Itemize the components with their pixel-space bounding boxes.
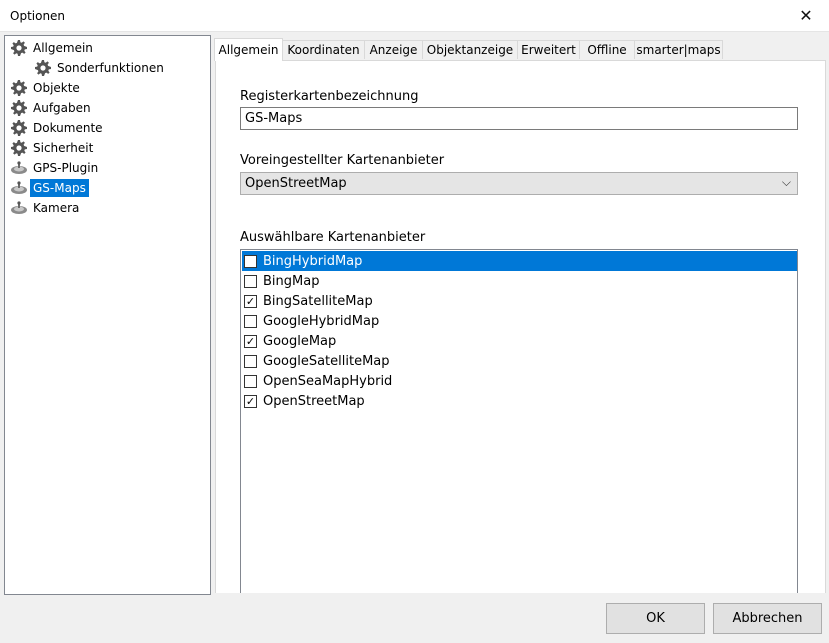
provider-name: BingHybridMap <box>263 253 363 269</box>
tree-item-label: GS-Maps <box>30 179 89 197</box>
options-tree[interactable]: Allgemein Sonderfunktionen Objekte Aufga… <box>4 35 211 595</box>
provider-name: GoogleMap <box>263 333 337 349</box>
checkbox[interactable] <box>244 314 257 328</box>
tree-item-label: Aufgaben <box>33 101 91 115</box>
tree-item-label: GPS-Plugin <box>33 161 99 175</box>
tab-label: Anzeige <box>369 43 418 57</box>
tab-label: Koordinaten <box>287 43 360 57</box>
list-item[interactable]: BingMap <box>242 271 797 291</box>
list-item[interactable]: GoogleHybridMap <box>242 311 797 331</box>
gear-icon <box>8 138 30 158</box>
default-provider-select[interactable]: OpenStreetMap ⌵ <box>240 172 798 195</box>
tree-item-label: Kamera <box>33 201 80 215</box>
default-provider-label: Voreingestellter Kartenanbieter <box>240 153 445 168</box>
tree-item-gs-maps[interactable]: GS-Maps <box>8 178 89 198</box>
tree-item-objekte[interactable]: Objekte <box>8 78 83 98</box>
tab-anzeige[interactable]: Anzeige <box>364 40 423 59</box>
tree-item-dokumente[interactable]: Dokumente <box>8 118 106 138</box>
list-item[interactable]: GoogleSatelliteMap <box>242 351 797 371</box>
list-item[interactable]: ✓ GoogleMap <box>242 331 797 351</box>
provider-name: GoogleHybridMap <box>263 313 380 329</box>
tree-item-label: Dokumente <box>33 121 103 135</box>
tree-item-label: Sonderfunktionen <box>57 61 164 75</box>
tree-item-label: Sicherheit <box>33 141 94 155</box>
tab-koordinaten[interactable]: Koordinaten <box>282 40 365 59</box>
checkbox[interactable]: ✓ <box>244 394 257 408</box>
close-icon[interactable]: ✕ <box>783 0 829 31</box>
gear-icon <box>8 38 30 58</box>
gear-icon <box>32 58 54 78</box>
providers-list[interactable]: BingHybridMap BingMap ✓ BingSatelliteMap… <box>240 249 798 593</box>
default-provider-value: OpenStreetMap <box>245 176 347 191</box>
ok-button[interactable]: OK <box>606 603 705 634</box>
cancel-button[interactable]: Abbrechen <box>713 603 822 634</box>
satellite-icon <box>8 178 30 198</box>
tree-item-gps-plugin[interactable]: GPS-Plugin <box>8 158 101 178</box>
tab-label: Allgemein <box>218 43 279 57</box>
tree-item-aufgaben[interactable]: Aufgaben <box>8 98 94 118</box>
tab-label: Offline <box>587 43 627 57</box>
provider-name: GoogleSatelliteMap <box>263 353 390 369</box>
tab-allgemein[interactable]: Allgemein <box>214 38 283 61</box>
provider-name: BingSatelliteMap <box>263 293 373 309</box>
tree-item-sicherheit[interactable]: Sicherheit <box>8 138 96 158</box>
tab-name-input[interactable]: GS-Maps <box>240 107 798 130</box>
tab-smarter-maps[interactable]: smarter|maps <box>634 40 723 59</box>
tab-objektanzeige[interactable]: Objektanzeige <box>422 40 518 59</box>
list-item[interactable]: ✓ OpenStreetMap <box>242 391 797 411</box>
satellite-icon <box>8 198 30 218</box>
tab-erweitert[interactable]: Erweitert <box>517 40 580 59</box>
title-bar: Optionen ✕ <box>0 0 829 32</box>
checkbox[interactable] <box>244 254 257 268</box>
checkbox[interactable]: ✓ <box>244 334 257 348</box>
tab-offline[interactable]: Offline <box>579 40 635 59</box>
tree-item-sonderfunktionen[interactable]: Sonderfunktionen <box>32 58 167 78</box>
checkbox[interactable] <box>244 374 257 388</box>
tab-label: smarter|maps <box>636 43 721 57</box>
list-item[interactable]: OpenSeaMapHybrid <box>242 371 797 391</box>
provider-name: OpenSeaMapHybrid <box>263 373 393 389</box>
gear-icon <box>8 118 30 138</box>
tree-item-allgemein[interactable]: Allgemein <box>8 38 96 58</box>
checkbox[interactable] <box>244 274 257 288</box>
tree-item-label: Allgemein <box>33 41 93 55</box>
tree-item-kamera[interactable]: Kamera <box>8 198 82 218</box>
checkbox[interactable]: ✓ <box>244 294 257 308</box>
checkbox[interactable] <box>244 354 257 368</box>
provider-name: BingMap <box>263 273 320 289</box>
list-item[interactable]: ✓ BingSatelliteMap <box>242 291 797 311</box>
list-item[interactable]: BingHybridMap <box>242 251 797 271</box>
gear-icon <box>8 78 30 98</box>
provider-name: OpenStreetMap <box>263 393 365 409</box>
tree-item-label: Objekte <box>33 81 80 95</box>
chevron-down-icon[interactable]: ⌵ <box>782 175 791 190</box>
gear-icon <box>8 98 30 118</box>
tab-label: Erweitert <box>521 43 576 57</box>
tab-label: Objektanzeige <box>426 43 514 57</box>
window-title: Optionen <box>10 9 66 23</box>
satellite-icon <box>8 158 30 178</box>
tab-name-label: Registerkartenbezeichnung <box>240 89 419 104</box>
providers-label: Auswählbare Kartenanbieter <box>240 230 426 245</box>
